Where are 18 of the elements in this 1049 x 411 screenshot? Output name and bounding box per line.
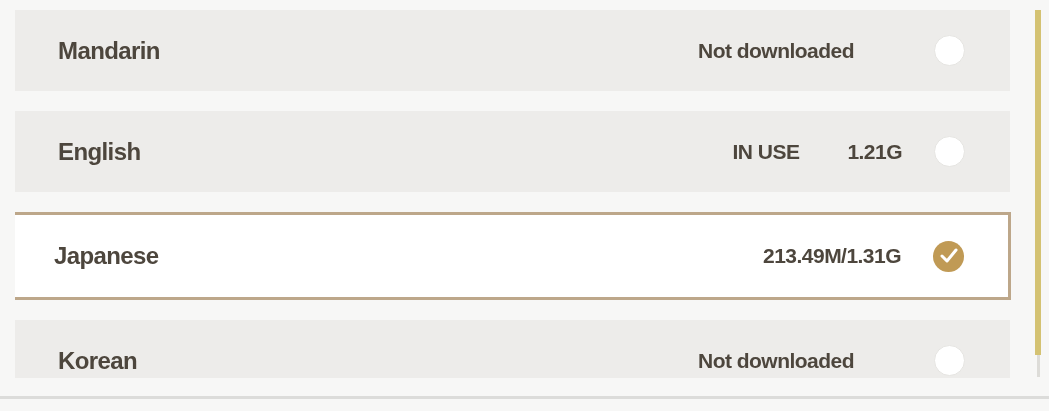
- status-text: Not downloaded: [698, 37, 854, 64]
- language-row[interactable]: Japanese 213.49M/1.31G: [15, 212, 1011, 300]
- radio-icon[interactable]: [934, 136, 965, 167]
- scrollbar-thumb[interactable]: [1035, 10, 1041, 355]
- radio-icon[interactable]: [934, 345, 965, 376]
- size-text: 213.49M/1.31G: [763, 243, 901, 270]
- language-row[interactable]: Mandarin Not downloaded: [15, 10, 1010, 91]
- radio-icon[interactable]: [934, 35, 965, 66]
- language-row[interactable]: English IN USE 1.21G: [15, 111, 1010, 192]
- language-name: Korean: [58, 345, 138, 376]
- language-row[interactable]: Korean Not downloaded: [15, 320, 1010, 378]
- language-name: Japanese: [54, 241, 159, 271]
- status-text: IN USE: [732, 138, 800, 165]
- checked-radio-icon[interactable]: [933, 240, 964, 272]
- language-name: Mandarin: [58, 35, 160, 66]
- language-name: English: [58, 136, 141, 167]
- status-text: Not downloaded: [698, 347, 854, 374]
- size-text: 1.21G: [847, 138, 902, 165]
